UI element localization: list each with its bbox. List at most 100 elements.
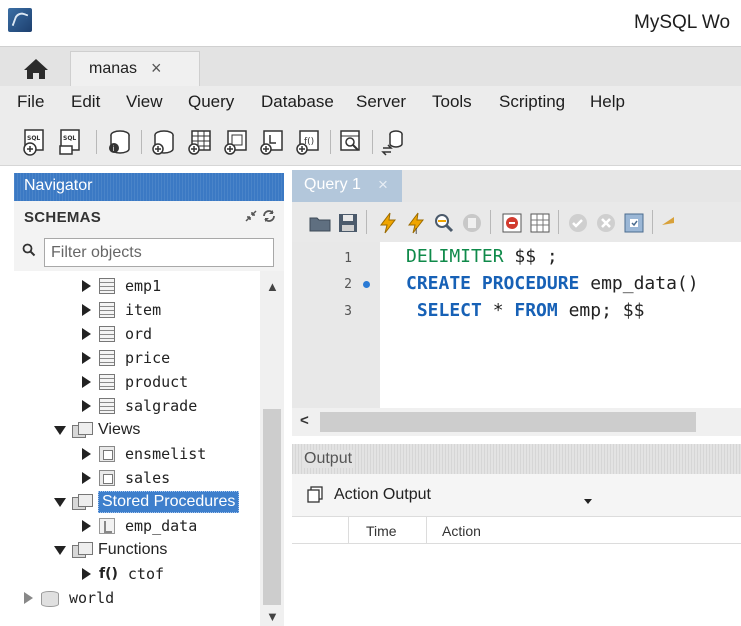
editor-scrollbar-thumb[interactable] bbox=[320, 412, 696, 432]
scroll-left-icon[interactable]: < bbox=[300, 412, 309, 429]
toolbar-separator bbox=[330, 130, 331, 154]
save-icon[interactable] bbox=[336, 211, 360, 235]
collapse-arrow-icon[interactable] bbox=[54, 497, 66, 507]
execute-icon[interactable] bbox=[376, 211, 400, 235]
tree-item-table[interactable]: emp1 bbox=[82, 274, 161, 298]
main-toolbar: SQL SQL i f() bbox=[0, 118, 741, 166]
stop-icon[interactable] bbox=[460, 211, 484, 235]
collapse-arrow-icon[interactable] bbox=[54, 425, 66, 435]
collapse-all-icon[interactable] bbox=[244, 209, 258, 223]
tree-item-table[interactable]: item bbox=[82, 298, 161, 322]
tree-folder-stored-procedures[interactable]: Stored Procedures bbox=[54, 490, 240, 514]
scroll-up-icon[interactable]: ▲ bbox=[266, 279, 279, 294]
create-function-icon[interactable]: f() bbox=[294, 128, 320, 156]
menu-query[interactable]: Query bbox=[188, 92, 234, 112]
expand-arrow-icon[interactable] bbox=[24, 592, 33, 604]
tree-scrollbar-thumb[interactable] bbox=[263, 409, 281, 605]
tree-item-view[interactable]: sales bbox=[82, 466, 170, 490]
expand-arrow-icon[interactable] bbox=[82, 328, 91, 340]
column-header-action[interactable]: Action bbox=[442, 523, 481, 539]
tree-item-table[interactable]: product bbox=[82, 370, 188, 394]
tree-item-view[interactable]: ensmelist bbox=[82, 442, 206, 466]
output-type-select[interactable]: Action Output bbox=[334, 483, 592, 509]
code-line-3[interactable]: SELECT * FROM emp; $$ bbox=[406, 300, 645, 321]
code-line-2[interactable]: CREATE PROCEDURE emp_data() bbox=[406, 273, 699, 294]
tree-scrollbar[interactable]: ▲ ▼ bbox=[260, 271, 284, 626]
tree-item-schema-world[interactable]: world bbox=[24, 586, 114, 610]
create-schema-icon[interactable] bbox=[150, 128, 176, 156]
menu-scripting[interactable]: Scripting bbox=[499, 92, 565, 112]
home-button[interactable] bbox=[14, 51, 58, 87]
line-number-gutter: 1 2 3 bbox=[292, 242, 380, 408]
database-icon bbox=[41, 589, 59, 607]
expand-arrow-icon[interactable] bbox=[82, 376, 91, 388]
panel-divider[interactable] bbox=[284, 166, 292, 626]
expand-arrow-icon[interactable] bbox=[82, 400, 91, 412]
expand-arrow-icon[interactable] bbox=[82, 280, 91, 292]
query-tab-1[interactable]: Query 1 × bbox=[292, 170, 402, 202]
tree-item-table[interactable]: ord bbox=[82, 322, 152, 346]
expand-arrow-icon[interactable] bbox=[82, 448, 91, 460]
expand-arrow-icon[interactable] bbox=[82, 520, 91, 532]
create-view-icon[interactable] bbox=[222, 128, 248, 156]
expand-arrow-icon[interactable] bbox=[82, 304, 91, 316]
commit-icon[interactable] bbox=[566, 211, 590, 235]
refresh-icon[interactable] bbox=[261, 209, 277, 223]
execute-current-statement-icon[interactable]: I bbox=[404, 211, 428, 235]
table-name: emp1 bbox=[125, 277, 162, 295]
toggle-autocommit-icon[interactable] bbox=[622, 211, 646, 235]
filter-objects-input[interactable] bbox=[44, 238, 274, 267]
table-icon bbox=[99, 350, 115, 366]
explain-icon[interactable] bbox=[432, 211, 456, 235]
menu-help[interactable]: Help bbox=[590, 92, 625, 112]
beautify-icon[interactable] bbox=[660, 211, 674, 235]
schema-inspector-icon[interactable]: i bbox=[106, 128, 132, 156]
tree-item-table[interactable]: salgrade bbox=[82, 394, 197, 418]
sql-editor[interactable]: 1 2 3 DELIMITER $$ ; CREATE PROCEDURE em… bbox=[292, 242, 741, 408]
new-sql-tab-icon[interactable]: SQL bbox=[22, 128, 48, 156]
rollback-icon[interactable] bbox=[594, 211, 618, 235]
code-line-1[interactable]: DELIMITER $$ ; bbox=[406, 246, 558, 267]
menu-tools[interactable]: Tools bbox=[432, 92, 472, 112]
table-name: salgrade bbox=[125, 397, 198, 415]
create-table-icon[interactable] bbox=[186, 128, 212, 156]
connection-tab-manas[interactable]: manas × bbox=[70, 51, 200, 87]
copy-icon[interactable] bbox=[306, 486, 324, 504]
search-icon bbox=[22, 243, 36, 257]
column-header-time[interactable]: Time bbox=[366, 523, 397, 539]
sql-keyword: CREATE PROCEDURE bbox=[406, 273, 580, 294]
close-tab-icon[interactable]: × bbox=[151, 58, 162, 79]
open-sql-script-icon[interactable]: SQL bbox=[58, 128, 84, 156]
expand-arrow-icon[interactable] bbox=[82, 568, 91, 580]
editor-horizontal-scrollbar[interactable]: < bbox=[292, 408, 741, 436]
svg-text:SQL: SQL bbox=[63, 135, 76, 142]
expand-arrow-icon[interactable] bbox=[82, 472, 91, 484]
close-tab-icon[interactable]: × bbox=[378, 175, 388, 195]
menu-edit[interactable]: Edit bbox=[71, 92, 100, 112]
statement-marker-icon bbox=[363, 281, 370, 288]
tree-item-table[interactable]: price bbox=[82, 346, 170, 370]
code-token: emp; $$ bbox=[557, 300, 645, 321]
column-separator[interactable] bbox=[348, 517, 349, 544]
reconnect-dbms-icon[interactable] bbox=[380, 128, 406, 156]
tree-folder-views[interactable]: Views bbox=[54, 418, 140, 442]
menu-database[interactable]: Database bbox=[261, 92, 334, 112]
menu-server[interactable]: Server bbox=[356, 92, 406, 112]
toggle-output-grid-icon[interactable] bbox=[528, 211, 552, 235]
scroll-down-icon[interactable]: ▼ bbox=[266, 609, 279, 624]
menu-view[interactable]: View bbox=[126, 92, 163, 112]
table-icon bbox=[99, 278, 115, 294]
toggle-stop-on-error-icon[interactable] bbox=[500, 211, 524, 235]
create-procedure-icon[interactable] bbox=[258, 128, 284, 156]
tree-item-function[interactable]: f() ctof bbox=[82, 562, 164, 586]
column-separator[interactable] bbox=[426, 517, 427, 544]
function-name: ctof bbox=[127, 565, 165, 583]
expand-arrow-icon[interactable] bbox=[82, 352, 91, 364]
search-table-data-icon[interactable] bbox=[338, 128, 364, 156]
tree-item-procedure[interactable]: emp_data bbox=[82, 514, 197, 538]
tree-folder-functions[interactable]: Functions bbox=[54, 538, 167, 562]
query-tab-label: Query 1 bbox=[304, 176, 361, 193]
open-folder-icon[interactable] bbox=[308, 211, 332, 235]
collapse-arrow-icon[interactable] bbox=[54, 545, 66, 555]
menu-file[interactable]: File bbox=[17, 92, 44, 112]
